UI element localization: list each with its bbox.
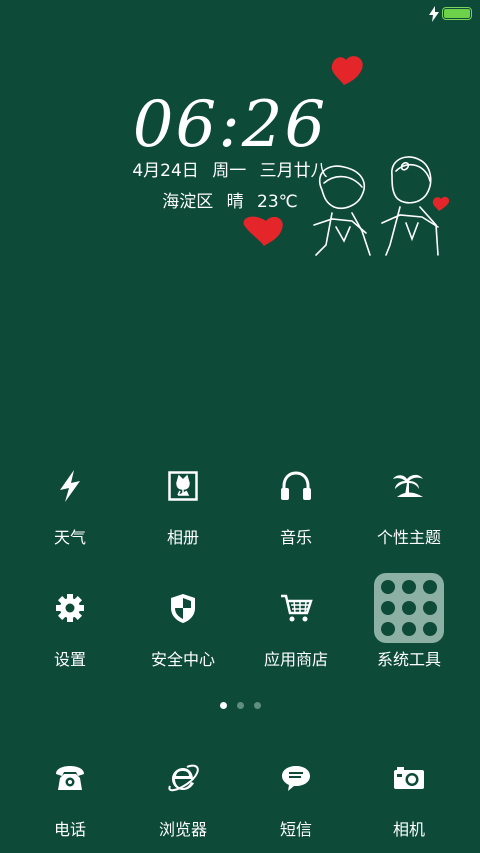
- app-settings[interactable]: 设置: [13, 572, 127, 670]
- app-messages[interactable]: 短信: [239, 742, 353, 840]
- app-store[interactable]: 应用商店: [239, 572, 353, 670]
- shield-icon: [147, 572, 219, 644]
- gear-icon: [34, 572, 106, 644]
- app-row-2: 设置 安全中心 应用商店 系统工具: [0, 572, 480, 682]
- folder-preview: [374, 573, 444, 643]
- app-label: 短信: [279, 820, 312, 839]
- telephone-icon: [34, 742, 106, 814]
- app-weather[interactable]: 天气: [13, 450, 127, 548]
- app-system-tools[interactable]: 系统工具: [352, 572, 466, 670]
- app-label: 系统工具: [376, 650, 441, 669]
- battery-full-icon: [442, 7, 472, 20]
- app-label: 电话: [53, 820, 86, 839]
- dock: 电话 浏览器 短信 相机: [0, 742, 480, 852]
- heart-icon: [243, 216, 283, 246]
- battery-level: [444, 9, 470, 18]
- app-music[interactable]: 音乐: [239, 450, 353, 548]
- app-label: 音乐: [279, 528, 312, 547]
- app-row-1: 天气 相册 音乐 个性主题: [0, 450, 480, 560]
- app-gallery[interactable]: 相册: [126, 450, 240, 548]
- shopping-cart-icon: [260, 572, 332, 644]
- app-label: 安全中心: [150, 650, 215, 669]
- app-label: 浏览器: [158, 820, 207, 839]
- app-phone[interactable]: 电话: [13, 742, 127, 840]
- page-dot-2[interactable]: [236, 702, 244, 709]
- app-label: 设置: [53, 650, 86, 669]
- app-label: 相册: [166, 528, 199, 547]
- browser-e-icon: [147, 742, 219, 814]
- folder-icon: [373, 572, 445, 644]
- couple-line-art: [243, 56, 450, 256]
- message-bubble-icon: [260, 742, 332, 814]
- page-dot-3[interactable]: [253, 702, 261, 709]
- app-label: 天气: [53, 528, 86, 547]
- heart-icon: [331, 56, 363, 85]
- app-label: 个性主题: [376, 528, 441, 547]
- status-bar: [0, 0, 480, 28]
- headphones-icon: [260, 450, 332, 522]
- palm-island-icon: [373, 450, 445, 522]
- lightning-bolt-icon: [429, 6, 439, 22]
- app-label: 相机: [392, 820, 425, 839]
- tulip-photo-icon: [147, 450, 219, 522]
- heart-icon: [432, 196, 450, 211]
- app-security-center[interactable]: 安全中心: [126, 572, 240, 670]
- app-themes[interactable]: 个性主题: [352, 450, 466, 548]
- lightning-icon: [34, 450, 106, 522]
- camera-icon: [373, 742, 445, 814]
- app-camera[interactable]: 相机: [352, 742, 466, 840]
- page-dot-1[interactable]: [219, 702, 227, 709]
- app-browser[interactable]: 浏览器: [126, 742, 240, 840]
- page-indicator[interactable]: [0, 702, 480, 709]
- app-label: 应用商店: [263, 650, 328, 669]
